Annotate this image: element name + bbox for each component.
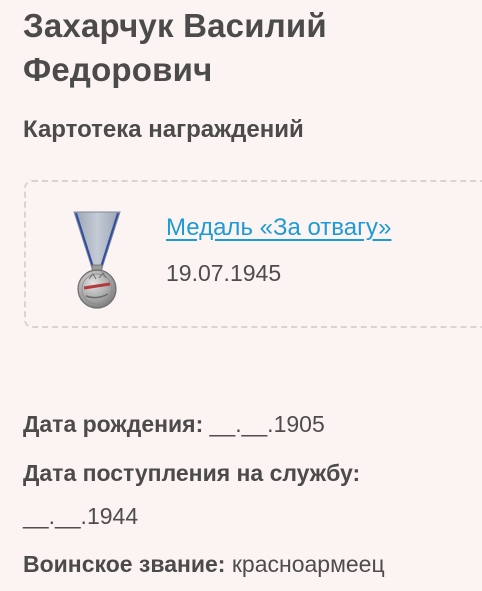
award-date: 19.07.1945 [166, 260, 282, 286]
service-entry-label: Дата поступления на службу: [23, 460, 361, 486]
rank-row: Воинское звание: красноармеец [23, 548, 385, 580]
awards-section-title: Картотека награждений [23, 116, 304, 143]
birth-date-value: __.__.1905 [209, 411, 325, 437]
rank-value: красноармеец [231, 551, 385, 577]
award-card: Медаль «За отвагу» 19.07.1945 [24, 180, 482, 328]
rank-label: Воинское звание: [23, 551, 226, 577]
service-entry-label-row: Дата поступления на службу: [23, 457, 443, 489]
birth-date-label: Дата рождения: [23, 411, 204, 437]
service-entry-value: __.__.1944 [23, 503, 139, 529]
award-link[interactable]: Медаль «За отвагу» [166, 212, 391, 244]
medal-za-otvagu-icon [72, 210, 122, 310]
birth-date-row: Дата рождения: __.__.1905 [23, 408, 325, 440]
service-entry-value-row: __.__.1944 [23, 500, 138, 532]
person-name: Захарчук Василий Федорович [23, 7, 327, 88]
